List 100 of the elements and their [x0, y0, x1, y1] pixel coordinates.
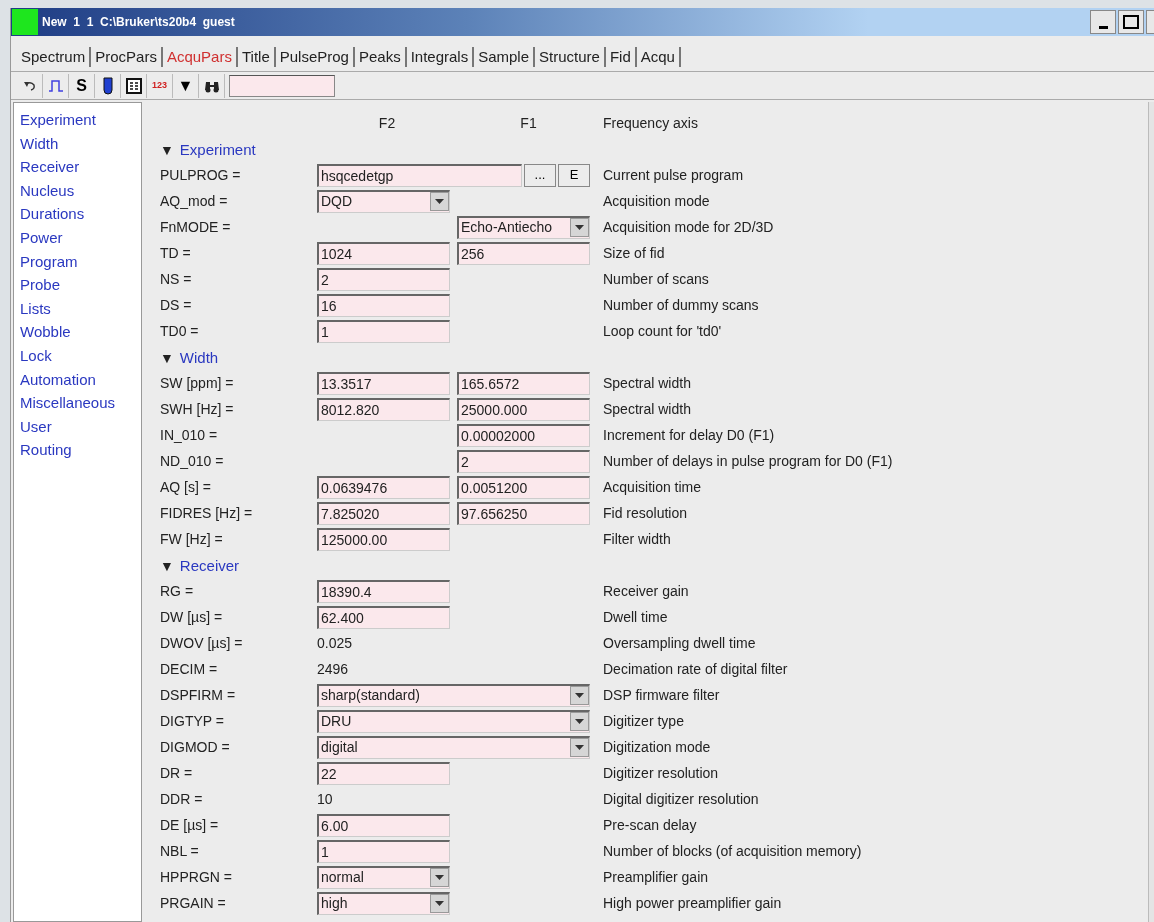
- caret-icon: [570, 712, 589, 731]
- parameter-label: DS =: [160, 295, 193, 315]
- parameter-label: IN_010 =: [160, 425, 219, 445]
- sidebar-item[interactable]: Lists: [20, 296, 51, 321]
- sidebar-item[interactable]: Probe: [20, 273, 61, 297]
- parameter-description: Spectral width: [602, 399, 692, 419]
- section-title: Receiver: [179, 556, 240, 577]
- dropdown-field[interactable]: sharp(standard): [317, 683, 590, 707]
- input-field[interactable]: 1: [317, 319, 450, 343]
- tab[interactable]: Peaks: [354, 47, 407, 67]
- parameter-label: TD0 =: [160, 321, 200, 341]
- maximize-button[interactable]: [1118, 10, 1144, 34]
- tab[interactable]: Fid: [605, 47, 637, 67]
- section-title: Width: [179, 348, 219, 369]
- dropdown-field[interactable]: normal: [317, 865, 450, 889]
- sidebar-item[interactable]: Wobble: [20, 320, 71, 344]
- parameter-label: HPPRGN =: [160, 867, 233, 887]
- parameter-description: Digitizer type: [602, 711, 685, 731]
- dropdown-field[interactable]: DQD: [317, 189, 450, 213]
- column-header: Frequency axis: [602, 113, 699, 133]
- input-field[interactable]: 256: [457, 241, 590, 265]
- dropdown-field[interactable]: DRU: [317, 709, 590, 733]
- tab[interactable]: ProcPars: [91, 47, 163, 67]
- input-field[interactable]: 16: [317, 293, 450, 317]
- collapse-toggle[interactable]: ▼: [160, 140, 174, 161]
- input-field[interactable]: 125000.00: [317, 527, 450, 551]
- parameter-label: DIGTYP =: [160, 711, 225, 731]
- input-field[interactable]: 0.00002000: [457, 423, 590, 447]
- sidebar-item[interactable]: Program: [20, 249, 78, 274]
- input-field[interactable]: 22: [317, 761, 450, 785]
- parameter-label: SW [ppm] =: [160, 373, 235, 393]
- scrollbar[interactable]: [1148, 102, 1154, 922]
- input-field[interactable]: 165.6572: [457, 371, 590, 395]
- tab[interactable]: Acqu: [636, 47, 681, 67]
- sidebar-item[interactable]: Experiment: [20, 108, 96, 132]
- input-field[interactable]: hsqcedetgp: [317, 163, 522, 187]
- sidebar-item[interactable]: Nucleus: [20, 178, 75, 203]
- input-field[interactable]: 2: [457, 449, 590, 473]
- parameter-label: FnMODE =: [160, 217, 232, 237]
- parameter-description: Decimation rate of digital filter: [602, 659, 789, 679]
- parameter-label: AQ_mod =: [160, 191, 229, 211]
- collapse-toggle[interactable]: ▼: [160, 556, 174, 577]
- input-field[interactable]: 8012.820: [317, 397, 450, 421]
- input-field[interactable]: 0.0639476: [317, 475, 450, 499]
- parameter-description: Current pulse program: [602, 165, 745, 185]
- parameter-description: Acquisition mode for 2D/3D: [602, 217, 775, 237]
- parameter-description: Receiver gain: [602, 581, 690, 601]
- tab[interactable]: PulseProg: [275, 47, 355, 67]
- sidebar-item[interactable]: Width: [20, 131, 59, 156]
- parameter-description: Size of fid: [602, 243, 666, 263]
- dropdown-field[interactable]: Echo-Antiecho: [457, 215, 590, 239]
- dropdown-field[interactable]: high: [317, 891, 450, 915]
- sidebar-item[interactable]: Durations: [20, 202, 85, 226]
- sidebar-item[interactable]: Miscellaneous: [20, 391, 116, 415]
- input-field[interactable]: 0.0051200: [457, 475, 590, 499]
- parameter-description: Spectral width: [602, 373, 692, 393]
- sidebar-item[interactable]: Lock: [20, 343, 52, 368]
- tab[interactable]: Structure: [535, 47, 606, 67]
- tab[interactable]: Spectrum: [17, 47, 92, 67]
- search-field[interactable]: [229, 74, 335, 97]
- browse-button[interactable]: ...: [524, 163, 556, 187]
- caret-icon: [570, 218, 589, 237]
- sidebar-item[interactable]: User: [20, 414, 52, 439]
- dropdown-button[interactable]: ▼: [173, 73, 199, 98]
- sidebar-item[interactable]: Power: [20, 225, 63, 250]
- s-button[interactable]: S: [69, 73, 95, 98]
- parameter-label: DSPFIRM =: [160, 685, 237, 705]
- input-field[interactable]: 6.00: [317, 813, 450, 837]
- sidebar-item[interactable]: Receiver: [20, 155, 80, 179]
- input-field[interactable]: 13.3517: [317, 371, 450, 395]
- parameter-label: SWH [Hz] =: [160, 399, 235, 419]
- parameter-description: Number of blocks (of acquisition memory): [602, 841, 863, 861]
- input-field[interactable]: 1: [317, 839, 450, 863]
- input-field[interactable]: 25000.000: [457, 397, 590, 421]
- input-field[interactable]: 7.825020: [317, 501, 450, 525]
- sidebar-item[interactable]: Automation: [20, 367, 96, 392]
- input-field[interactable]: 62.400: [317, 605, 450, 629]
- numbers-button[interactable]: 123: [147, 73, 173, 98]
- maximize-icon: [1123, 15, 1139, 29]
- value-text: 10: [317, 789, 334, 809]
- sidebar-item[interactable]: Routing: [20, 438, 72, 462]
- tab[interactable]: Sample: [474, 47, 536, 67]
- undo-icon: [22, 79, 37, 92]
- browse-button[interactable]: E: [558, 163, 590, 187]
- tab[interactable]: Title: [237, 47, 276, 67]
- input-field[interactable]: 18390.4: [317, 579, 450, 603]
- collapse-toggle[interactable]: ▼: [160, 348, 174, 369]
- dropdown-field[interactable]: digital: [317, 735, 590, 759]
- input-field[interactable]: 1024: [317, 241, 450, 265]
- parameter-description: Digitization mode: [602, 737, 712, 757]
- value-text: 2496: [317, 659, 350, 679]
- parameter-description: DSP firmware filter: [602, 685, 721, 705]
- window-title: New 1 1 C:\Bruker\ts20b4 guest: [42, 14, 235, 31]
- tab[interactable]: Integrals: [406, 47, 475, 67]
- minimize-button[interactable]: [1090, 10, 1116, 34]
- section-title: Experiment: [179, 140, 256, 161]
- input-field[interactable]: 2: [317, 267, 450, 291]
- tab[interactable]: AcquPars: [162, 47, 238, 67]
- input-field[interactable]: 97.656250: [457, 501, 590, 525]
- parameter-label: PULPROG =: [160, 165, 242, 185]
